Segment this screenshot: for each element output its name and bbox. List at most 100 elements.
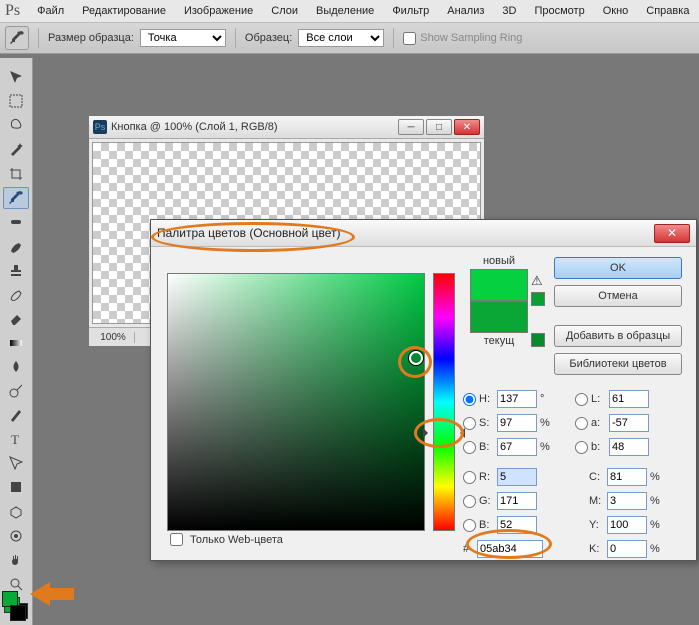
3d-tool[interactable] bbox=[3, 501, 29, 523]
h-label: H: bbox=[479, 393, 497, 405]
h-unit: ° bbox=[540, 393, 558, 405]
menu-edit[interactable]: Редактирование bbox=[73, 3, 175, 19]
a-radio[interactable] bbox=[575, 417, 588, 430]
path-tool[interactable] bbox=[3, 452, 29, 474]
background-color-preview[interactable] bbox=[10, 605, 26, 621]
marquee-tool[interactable] bbox=[3, 90, 29, 112]
current-color-label: текущ bbox=[463, 335, 535, 347]
lasso-tool[interactable] bbox=[3, 114, 29, 136]
c-label: C: bbox=[589, 471, 607, 483]
bb-input[interactable] bbox=[497, 516, 537, 534]
menu-layers[interactable]: Слои bbox=[262, 3, 307, 19]
doc-maximize-button[interactable]: □ bbox=[426, 119, 452, 135]
gradient-tool[interactable] bbox=[3, 332, 29, 354]
b-input[interactable] bbox=[609, 438, 649, 456]
h-input[interactable] bbox=[497, 390, 537, 408]
hex-input[interactable] bbox=[477, 540, 543, 558]
sample-source-label: Образец: bbox=[245, 32, 292, 44]
zoom-level[interactable]: 100% bbox=[92, 332, 135, 343]
heal-tool[interactable] bbox=[3, 211, 29, 233]
document-titlebar[interactable]: Ps Кнопка @ 100% (Слой 1, RGB/8) ─ □ ✕ bbox=[89, 116, 484, 139]
ok-button[interactable]: OK bbox=[554, 257, 682, 279]
color-field-cursor[interactable] bbox=[409, 351, 423, 365]
sample-source-select[interactable]: Все слои bbox=[298, 29, 384, 47]
g-input[interactable] bbox=[497, 492, 537, 510]
c-input[interactable] bbox=[607, 468, 647, 486]
current-tool-icon[interactable] bbox=[5, 26, 29, 50]
show-sampling-ring-checkbox[interactable] bbox=[403, 32, 416, 45]
hex-label: # bbox=[463, 543, 477, 555]
doc-close-button[interactable]: ✕ bbox=[454, 119, 480, 135]
l-label: L: bbox=[591, 393, 609, 405]
brush-tool[interactable] bbox=[3, 235, 29, 257]
3d-camera-tool[interactable] bbox=[3, 525, 29, 547]
color-field[interactable] bbox=[167, 273, 425, 531]
wand-tool[interactable] bbox=[3, 138, 29, 160]
menu-window[interactable]: Окно bbox=[594, 3, 638, 19]
stamp-tool[interactable] bbox=[3, 259, 29, 281]
web-colors-checkbox[interactable] bbox=[170, 533, 183, 546]
new-color-swatch[interactable] bbox=[470, 269, 528, 301]
g-radio[interactable] bbox=[463, 495, 476, 508]
menu-file[interactable]: Файл bbox=[28, 3, 73, 19]
s-label: S: bbox=[479, 417, 497, 429]
sample-size-select[interactable]: Точка bbox=[140, 29, 226, 47]
k-input[interactable] bbox=[607, 540, 647, 558]
menu-view[interactable]: Просмотр bbox=[525, 3, 593, 19]
b-radio[interactable] bbox=[575, 441, 588, 454]
color-picker-close-button[interactable]: ✕ bbox=[654, 224, 690, 243]
y-input[interactable] bbox=[607, 516, 647, 534]
shape-tool[interactable] bbox=[3, 476, 29, 498]
l-radio[interactable] bbox=[575, 393, 588, 406]
sample-size-label: Размер образца: bbox=[48, 32, 134, 44]
r-input[interactable] bbox=[497, 468, 537, 486]
doc-minimize-button[interactable]: ─ bbox=[398, 119, 424, 135]
blur-tool[interactable] bbox=[3, 356, 29, 378]
color-picker-title: Палитра цветов (Основной цвет) bbox=[157, 226, 341, 240]
gamut-color-box[interactable] bbox=[531, 292, 545, 306]
m-input[interactable] bbox=[607, 492, 647, 510]
move-tool[interactable] bbox=[3, 66, 29, 88]
document-title: Кнопка @ 100% (Слой 1, RGB/8) bbox=[111, 121, 278, 133]
crop-tool[interactable] bbox=[3, 163, 29, 185]
gamut-warning-icon[interactable]: ⚠ bbox=[531, 273, 543, 289]
current-color-swatch[interactable] bbox=[470, 301, 528, 333]
k-unit: % bbox=[650, 543, 668, 555]
type-tool[interactable]: T bbox=[3, 428, 29, 450]
menu-filter[interactable]: Фильтр bbox=[383, 3, 438, 19]
menu-image[interactable]: Изображение bbox=[175, 3, 262, 19]
bb-radio[interactable] bbox=[463, 519, 476, 532]
hue-slider[interactable] bbox=[433, 273, 455, 531]
pen-tool[interactable] bbox=[3, 404, 29, 426]
l-input[interactable] bbox=[609, 390, 649, 408]
color-picker-titlebar[interactable]: Палитра цветов (Основной цвет) ✕ bbox=[151, 220, 696, 247]
menu-help[interactable]: Справка bbox=[637, 3, 698, 19]
a-input[interactable] bbox=[609, 414, 649, 432]
s-unit: % bbox=[540, 417, 558, 429]
dodge-tool[interactable] bbox=[3, 380, 29, 402]
eraser-tool[interactable] bbox=[3, 307, 29, 329]
s-radio[interactable] bbox=[463, 417, 476, 430]
history-brush-tool[interactable] bbox=[3, 283, 29, 305]
websafe-color-box[interactable] bbox=[531, 333, 545, 347]
menu-analysis[interactable]: Анализ bbox=[438, 3, 493, 19]
web-colors-label: Только Web-цвета bbox=[190, 534, 283, 546]
color-libraries-button[interactable]: Библиотеки цветов bbox=[554, 353, 682, 375]
cancel-button[interactable]: Отмена bbox=[554, 285, 682, 307]
s-input[interactable] bbox=[497, 414, 537, 432]
bv-label: B: bbox=[479, 441, 497, 453]
y-label: Y: bbox=[589, 519, 607, 531]
r-label: R: bbox=[479, 471, 497, 483]
b-label: b: bbox=[591, 441, 609, 453]
g-label: G: bbox=[479, 495, 497, 507]
bv-radio[interactable] bbox=[463, 441, 476, 454]
app-logo: Ps bbox=[5, 2, 20, 20]
eyedropper-tool[interactable] bbox=[3, 187, 29, 209]
bv-input[interactable] bbox=[497, 438, 537, 456]
add-swatch-button[interactable]: Добавить в образцы bbox=[554, 325, 682, 347]
menu-3d[interactable]: 3D bbox=[493, 3, 525, 19]
h-radio[interactable] bbox=[463, 393, 476, 406]
menu-select[interactable]: Выделение bbox=[307, 3, 383, 19]
hand-tool[interactable] bbox=[3, 549, 29, 571]
r-radio[interactable] bbox=[463, 471, 476, 484]
